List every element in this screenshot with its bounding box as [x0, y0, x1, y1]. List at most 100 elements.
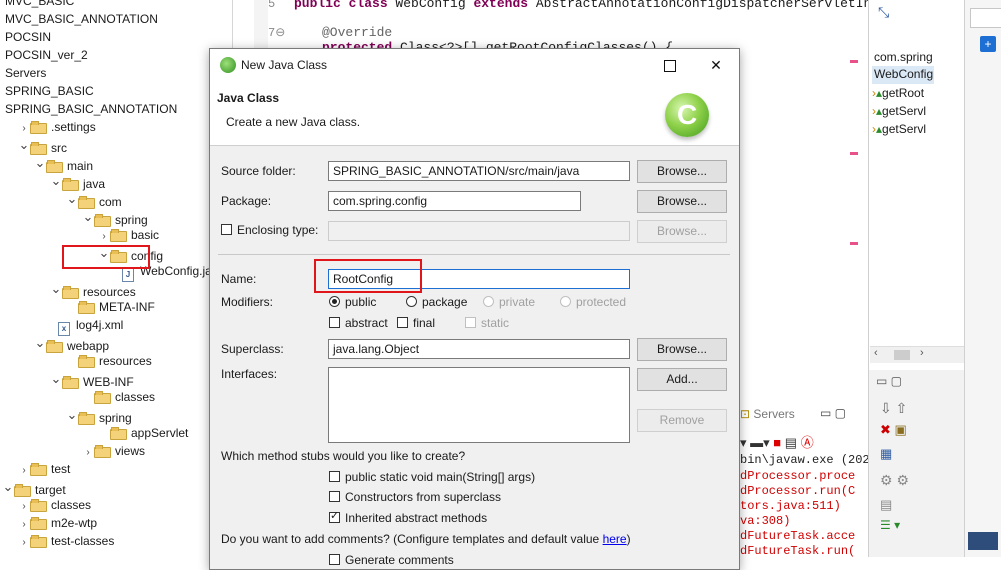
tree-item-label: WEB-INF	[83, 375, 134, 389]
public-radio[interactable]	[329, 296, 340, 307]
chevron-down-icon[interactable]: ⌄	[82, 208, 94, 226]
chevron-down-icon[interactable]: ⌄	[50, 172, 62, 190]
minimize-maximize-icons[interactable]: ▭ ▢	[876, 374, 902, 388]
tree-item[interactable]: POCSIN	[5, 28, 51, 46]
tree-item-label: views	[115, 444, 146, 458]
chevron-right-icon[interactable]: ›	[82, 444, 94, 462]
templates-link[interactable]: here	[603, 532, 627, 546]
filter-icon[interactable]: ▤	[880, 497, 892, 513]
chevron-down-icon[interactable]: ⌄	[18, 136, 30, 154]
source-folder-browse-button[interactable]: Browse...	[637, 160, 727, 183]
tree-item-label: com	[99, 195, 122, 209]
maximize-button[interactable]	[647, 49, 693, 81]
tree-item[interactable]: › test-classes	[18, 532, 114, 550]
dialog-banner: Java Class Create a new Java class. C	[210, 81, 739, 146]
outline-item-method[interactable]: ›▴getServl	[872, 122, 926, 136]
superclass-browse-button[interactable]: Browse...	[637, 338, 727, 361]
settings-icon[interactable]: ⚙ ⚙	[880, 472, 909, 489]
chevron-down-icon[interactable]: ⌄	[66, 190, 78, 208]
superclass-label: Superclass:	[221, 342, 284, 356]
constructors-checkbox[interactable]	[329, 491, 340, 502]
outline-item-class[interactable]: WebConfig	[874, 67, 933, 81]
tree-item[interactable]: ⌄ spring	[66, 406, 132, 425]
chevron-down-icon[interactable]: ⌄	[34, 154, 46, 172]
folder-icon	[94, 445, 111, 458]
tree-item[interactable]: › views	[82, 442, 145, 460]
interfaces-list[interactable]	[328, 367, 630, 443]
folder-icon	[94, 214, 111, 227]
tree-item[interactable]: ⌄ com	[66, 190, 122, 209]
eclipse-spring-icon	[220, 57, 236, 73]
tree-item[interactable]: SPRING_BASIC	[5, 82, 94, 100]
outline-item-method[interactable]: ›▴getServl	[872, 104, 926, 118]
tree-item-label: MVC_BASIC	[5, 0, 75, 8]
arrow-icons[interactable]: ⇩ ⇧	[880, 400, 907, 417]
tree-item[interactable]: classes	[82, 388, 155, 406]
list-icon[interactable]: ☰ ▾	[880, 518, 900, 532]
trim-field[interactable]	[970, 8, 1001, 28]
chevron-down-icon[interactable]: ⌄	[50, 370, 62, 388]
tree-item[interactable]: › basic	[98, 226, 159, 244]
source-folder-input[interactable]: SPRING_BASIC_ANNOTATION/src/main/java	[328, 161, 630, 181]
tree-item[interactable]: META-INF	[66, 298, 155, 316]
tree-item-label: basic	[131, 228, 160, 242]
outline-hscrollbar[interactable]: ‹ ›	[870, 346, 964, 363]
generate-comments-checkbox[interactable]	[329, 554, 340, 565]
folder-icon	[30, 517, 47, 530]
chevron-right-icon[interactable]: ›	[18, 534, 30, 552]
folder-icon	[30, 499, 47, 512]
chevron-down-icon[interactable]: ⌄	[50, 280, 62, 298]
add-icon[interactable]: +	[980, 36, 996, 52]
tree-item[interactable]: › m2e-wtp	[18, 514, 97, 532]
tree-item[interactable]: POCSIN_ver_2	[5, 46, 88, 64]
tree-item[interactable]: ⌄ webapp	[34, 334, 109, 353]
outline-item-method[interactable]: ›▴getRoot	[872, 86, 924, 100]
package-radio[interactable]	[406, 296, 417, 307]
abstract-label: abstract	[345, 316, 388, 330]
tree-item[interactable]: ⌄ spring	[82, 208, 148, 227]
chevron-down-icon[interactable]: ⌄	[66, 406, 78, 424]
dialog-titlebar[interactable]: New Java Class ✕	[210, 49, 739, 81]
chevron-down-icon[interactable]: ⌄	[34, 334, 46, 352]
tree-item[interactable]: ⌄ java	[50, 172, 106, 191]
main-stub-checkbox[interactable]	[329, 471, 340, 482]
abstract-checkbox[interactable]	[329, 317, 340, 328]
close-button[interactable]: ✕	[693, 49, 739, 81]
add-interface-button[interactable]: Add...	[637, 368, 727, 391]
outline-item-package[interactable]: com.spring	[874, 50, 933, 64]
superclass-input[interactable]: java.lang.Object	[328, 339, 630, 359]
tree-item[interactable]: › .settings	[18, 118, 96, 136]
inherited-methods-checkbox[interactable]: ✓	[329, 510, 340, 523]
overview-marker[interactable]	[850, 60, 858, 63]
overview-marker[interactable]	[850, 242, 858, 245]
tree-item[interactable]: SPRING_BASIC_ANNOTATION	[5, 100, 177, 118]
console-toolbar[interactable]: ▾ ▬▾ ■ ▤ Ⓐ	[740, 432, 860, 450]
tree-item-label: java	[83, 177, 106, 191]
tree-item[interactable]: ⌄ main	[34, 154, 93, 173]
tree-item[interactable]: resources	[66, 352, 152, 370]
tree-item[interactable]: MVC_BASIC	[5, 0, 74, 10]
tree-item[interactable]: MVC_BASIC_ANNOTATION	[5, 10, 158, 28]
enclosing-type-checkbox[interactable]	[221, 224, 232, 235]
tree-item[interactable]: ⌄ WEB-INF	[50, 370, 134, 389]
line-number: 7⊖	[268, 26, 286, 40]
final-checkbox[interactable]	[397, 317, 408, 328]
tree-item[interactable]: x log4j.xml	[46, 316, 123, 336]
view-menu-icon[interactable]: ▭ ▢	[820, 406, 846, 420]
tree-item[interactable]: ⌄ target	[2, 478, 66, 497]
package-input[interactable]: com.spring.config	[328, 191, 581, 211]
overview-marker[interactable]	[850, 152, 858, 155]
tree-item[interactable]: Servers	[5, 64, 46, 82]
taskbar-icon[interactable]	[968, 532, 998, 550]
tree-item[interactable]: › classes	[18, 496, 91, 514]
link-with-editor-icon[interactable]: ⤡	[878, 4, 894, 20]
error-icon[interactable]: ✖ ▣	[880, 422, 907, 438]
log-icon[interactable]: ▦	[880, 446, 892, 462]
tree-item[interactable]: ⌄ resources	[50, 280, 136, 299]
servers-tab[interactable]: ⊡ Servers	[740, 407, 795, 421]
tree-item[interactable]: › test	[18, 460, 70, 478]
chevron-down-icon[interactable]: ⌄	[2, 478, 14, 496]
tree-item[interactable]: appServlet	[98, 424, 188, 442]
tree-item[interactable]: ⌄ src	[18, 136, 67, 155]
package-browse-button[interactable]: Browse...	[637, 190, 727, 213]
